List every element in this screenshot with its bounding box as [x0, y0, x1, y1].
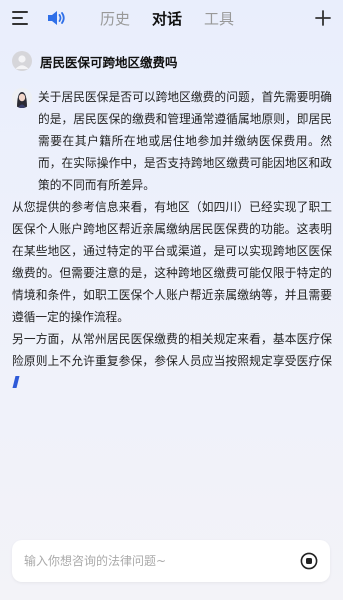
tab-history[interactable]: 历史	[100, 8, 130, 30]
answer-paragraph-text: 另一方面，从常州居民医保缴费的相关规定来看，基本医疗保险原则上不允许重复参保，参…	[12, 332, 332, 368]
answer-paragraph: 关于居民医保是否可以跨地区缴费的问题，首先需要明确的是，居民医保的缴费和管理通常…	[38, 90, 332, 192]
answer-text: 关于居民医保是否可以跨地区缴费的问题，首先需要明确的是，居民医保的缴费和管理通常…	[12, 86, 332, 394]
tab-bar: 历史 对话 工具	[100, 8, 234, 30]
question-text: 居民医保可跨地区缴费吗	[40, 54, 178, 70]
input-bar	[12, 540, 330, 582]
assistant-avatar	[12, 88, 32, 108]
speaker-icon[interactable]	[46, 9, 66, 27]
plus-icon[interactable]	[313, 8, 333, 28]
user-question: 居民医保可跨地区缴费吗	[12, 50, 332, 72]
top-bar: 历史 对话 工具	[0, 0, 343, 38]
tab-chat[interactable]: 对话	[152, 8, 182, 30]
user-avatar	[12, 51, 32, 71]
question-input[interactable]	[24, 540, 286, 582]
menu-icon[interactable]	[12, 10, 30, 26]
typing-cursor	[12, 376, 20, 388]
stop-icon[interactable]	[300, 552, 318, 570]
tab-tools[interactable]: 工具	[204, 8, 234, 30]
answer-paragraph: 从您提供的参考信息来看，有地区（如四川）已经实现了职工医保个人账户跨地区帮近亲属…	[12, 200, 332, 324]
answer-paragraph-last: 另一方面，从常州居民医保缴费的相关规定来看，基本医疗保险原则上不允许重复参保，参…	[12, 328, 332, 394]
